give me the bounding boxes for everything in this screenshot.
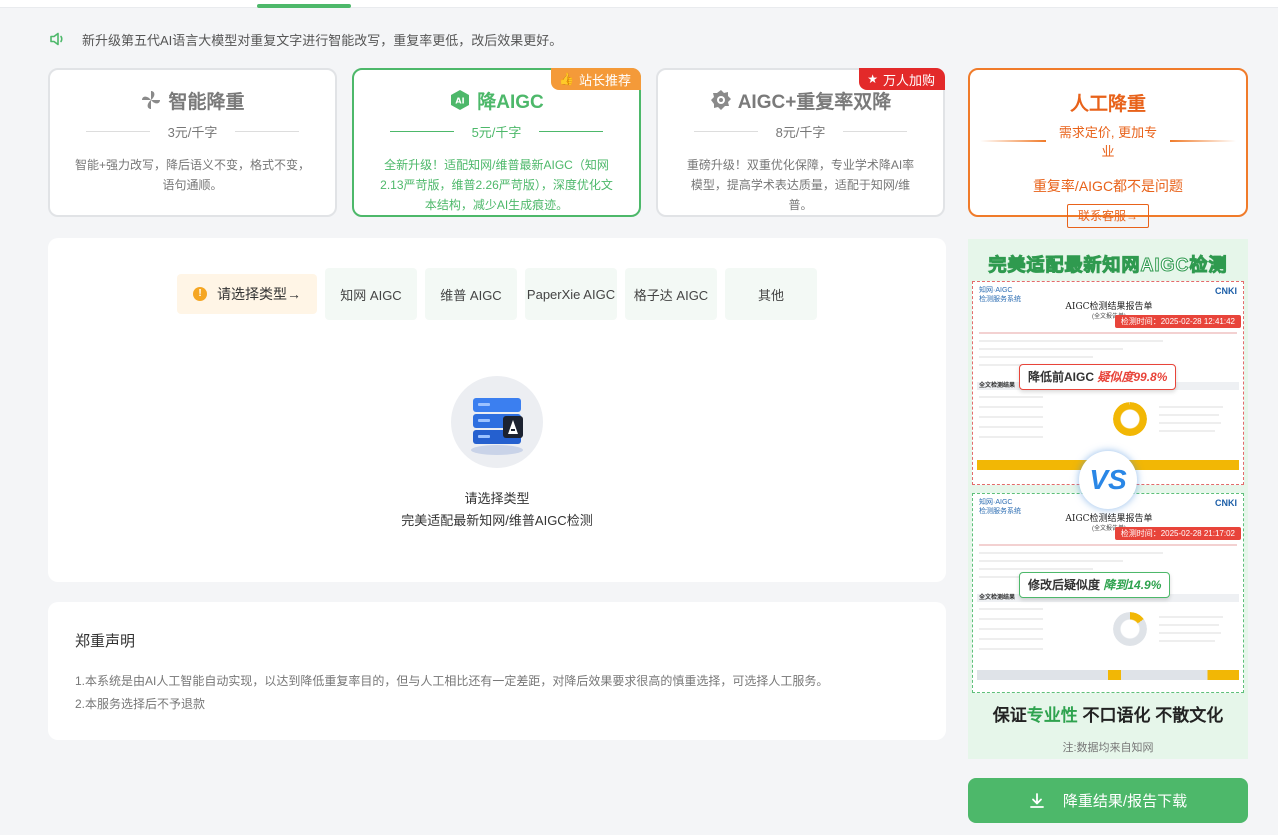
mode-title: 智能降重 — [168, 91, 245, 113]
after-bar — [977, 670, 1239, 680]
declaration-line: 2.本服务选择后不予退款 — [75, 697, 206, 711]
mode-title: 降AIGC — [477, 91, 544, 113]
report-time: 检测时间：2025-02-28 12:41:42 — [1114, 315, 1241, 328]
declaration-title: 郑重声明 — [75, 630, 136, 654]
speaker-icon — [50, 32, 63, 46]
report-after: 知网·AIGC 检测服务系统 CNKI AIGC检测结果报告单 (全文报告单) 检… — [972, 493, 1244, 693]
type-option-other[interactable]: 其他 — [725, 268, 817, 320]
active-tab-indicator — [257, 4, 351, 8]
contact-support-button[interactable]: 联系客服→ — [1066, 204, 1149, 228]
type-options: ! 请选择类型→ 知网 AIGC 维普 AIGC PaperXie AIGC 格… — [177, 268, 825, 320]
cnki-logo: CNKI — [1215, 498, 1237, 508]
before-callout: 降低前AIGC 疑似度99.8% — [1019, 364, 1177, 390]
mode-title: AIGC+重复率双降 — [737, 91, 892, 113]
popular-badge: ★ 万人加购 — [859, 68, 945, 90]
after-donut — [1113, 612, 1147, 646]
type-option-paperxie-aigc[interactable]: PaperXie AIGC — [525, 268, 617, 320]
before-donut — [1113, 402, 1147, 436]
report-time: 检测时间：2025-02-28 21:17:02 — [1114, 527, 1241, 540]
ad-headline: 完美适配最新知网AIGC检测 — [988, 255, 1228, 276]
ad-slogan: 保证专业性 不口语化 不散文化 — [992, 706, 1224, 725]
notice-bar: 新升级第五代AI语言大模型对重复文字进行智能改写，重复率更低，改后效果更好。 — [48, 28, 562, 50]
thumbs-up-icon: 👍 — [559, 72, 574, 86]
manual-tagline: 需求定价, 更加专业 — [1058, 125, 1158, 159]
mode-price: 8元/千字 — [775, 125, 826, 140]
mode-card-smart-rewrite[interactable]: 智能降重 3元/千字 智能+强力改写，降后语义不变，格式不变，语句通顺。 — [48, 68, 337, 217]
manual-title: 人工降重 — [1069, 93, 1146, 115]
mode-desc: 重磅升级！双重优化保障，专业学术降AI率模型，提高学术表达质量，适配于知网/维普… — [686, 158, 915, 212]
ad-note: 注:数据均来自知网 — [1062, 742, 1154, 754]
mode-card-reduce-aigc[interactable]: 👍 站长推荐 AI 降AIGC 5元/千字 全新升级！适配知网/维普最新AIGC… — [352, 68, 641, 217]
empty-state-title: 请选择类型 — [464, 491, 530, 506]
server-stack-icon — [471, 398, 523, 455]
declaration-panel: 郑重声明 1.本系统是由AI人工智能自动实现，以达到降低重复率目的，但与人工相比… — [48, 602, 946, 740]
star-icon: ★ — [867, 72, 878, 86]
empty-state-subtitle: 完美适配最新知网/维普AIGC检测 — [401, 513, 593, 528]
gear-icon — [710, 90, 731, 110]
type-option-gezida-aigc[interactable]: 格子达 AIGC — [625, 268, 717, 320]
vs-emblem: VS — [1079, 451, 1137, 509]
ai-hexagon-icon: AI — [451, 90, 470, 110]
server-stack-illustration — [451, 376, 543, 468]
pinwheel-icon — [142, 91, 161, 109]
download-report-button[interactable]: 降重结果/报告下载 — [968, 778, 1248, 823]
manual-service-card[interactable]: 人工降重 需求定价, 更加专业 重复率/AIGC都不是问题 联系客服→ — [968, 68, 1248, 228]
recommend-badge: 👍 站长推荐 — [551, 68, 641, 90]
mode-desc: 全新升级！适配知网/维普最新AIGC（知网2.13严苛版，维普2.26严苛版），… — [380, 158, 613, 212]
mode-price: 5元/千字 — [471, 125, 522, 140]
type-prompt: ! 请选择类型→ — [177, 274, 317, 314]
top-tab-strip — [0, 0, 1278, 8]
mode-desc: 智能+强力改写，降后语义不变，格式不变，语句通顺。 — [74, 158, 310, 192]
download-icon — [1030, 792, 1044, 808]
manual-subtitle: 重复率/AIGC都不是问题 — [1032, 178, 1184, 194]
mode-card-aigc-dual-reduce[interactable]: ★ 万人加购 AIGC+重复率双降 8元/千字 重磅升级！双重优化保障，专业学术… — [656, 68, 945, 217]
notice-text: 新升级第五代AI语言大模型对重复文字进行智能改写，重复率更低，改后效果更好。 — [82, 32, 563, 48]
type-option-cnki-aigc[interactable]: 知网 AIGC — [325, 268, 417, 320]
type-option-vip-aigc[interactable]: 维普 AIGC — [425, 268, 517, 320]
svg-text:AI: AI — [456, 97, 465, 106]
aigc-comparison-ad: 完美适配最新知网AIGC检测 知网·AIGC 检测服务系统 CNKI AIGC检测… — [968, 239, 1248, 759]
mode-price: 3元/千字 — [167, 125, 218, 140]
warning-icon: ! — [193, 287, 207, 301]
declaration-line: 1.本系统是由AI人工智能自动实现，以达到降低重复率目的，但与人工相比还有一定差… — [75, 674, 829, 688]
cnki-logo: CNKI — [1215, 286, 1237, 296]
type-select-panel: ! 请选择类型→ 知网 AIGC 维普 AIGC PaperXie AIGC 格… — [48, 238, 946, 582]
after-callout: 修改后疑似度 降到14.9% — [1019, 572, 1171, 598]
